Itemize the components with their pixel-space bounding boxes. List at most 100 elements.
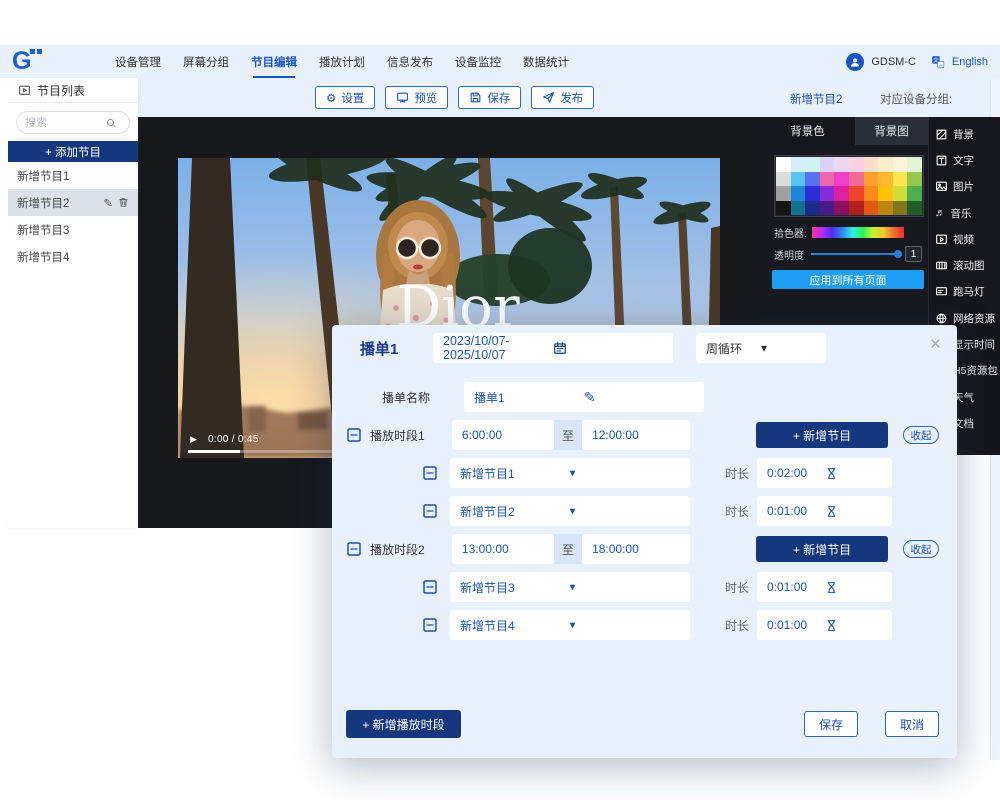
palette-swatch[interactable] (907, 172, 922, 187)
palette-swatch[interactable] (893, 157, 908, 172)
palette-swatch[interactable] (864, 186, 879, 201)
tab-background-color[interactable]: 背景色 (760, 117, 855, 145)
palette-swatch[interactable] (907, 157, 922, 172)
remove-program-icon[interactable] (422, 465, 438, 481)
palette-swatch[interactable] (805, 172, 820, 187)
date-range-input[interactable]: 2023/10/07-2025/10/07 (433, 333, 673, 363)
color-picker-bar[interactable] (812, 227, 904, 238)
palette-swatch[interactable] (820, 201, 835, 216)
add-program-button[interactable]: + 添加节目 (8, 141, 138, 162)
palette-swatch[interactable] (805, 186, 820, 201)
collapse-button[interactable]: 收起 (903, 426, 939, 444)
opacity-slider-thumb[interactable] (894, 250, 902, 258)
search-input[interactable] (25, 117, 105, 129)
palette-swatch[interactable] (820, 157, 835, 172)
sidebar-program-item[interactable]: 新增节目3 (8, 216, 138, 243)
palette-swatch[interactable] (820, 186, 835, 201)
program-select[interactable]: 新增节目1▾ (450, 458, 690, 488)
palette-swatch[interactable] (791, 201, 806, 216)
tool-background[interactable]: 背景 (929, 121, 1000, 147)
palette-swatch[interactable] (864, 201, 879, 216)
palette-swatch[interactable] (893, 186, 908, 201)
palette-swatch[interactable] (878, 172, 893, 187)
palette-swatch[interactable] (878, 157, 893, 172)
palette-swatch[interactable] (776, 186, 791, 201)
slot-end-time-input[interactable]: 12:00:00 (582, 420, 690, 450)
tool-marquee[interactable]: 跑马灯 (929, 279, 1000, 305)
duration-input[interactable]: 0:01:00 (757, 610, 892, 640)
tool-text[interactable]: 文字 (929, 147, 1000, 173)
palette-swatch[interactable] (820, 172, 835, 187)
play-icon[interactable]: ▶ (190, 434, 197, 445)
tool-music[interactable]: ♬音乐 (929, 200, 1000, 226)
sidebar-program-item[interactable]: 新增节目2✎ (8, 189, 138, 216)
palette-swatch[interactable] (791, 157, 806, 172)
trash-icon[interactable] (118, 197, 129, 208)
calendar-icon[interactable] (553, 341, 663, 355)
palette-swatch[interactable] (849, 201, 864, 216)
playlist-name-input[interactable]: 播单1 ✎ (464, 382, 704, 412)
sidebar-program-item[interactable]: 新增节目1 (8, 162, 138, 189)
palette-swatch[interactable] (878, 201, 893, 216)
remove-program-icon[interactable] (422, 617, 438, 633)
nav-item-2[interactable]: 屏幕分组 (183, 45, 229, 78)
palette-swatch[interactable] (834, 172, 849, 187)
slot-start-time-input[interactable]: 13:00:00 (452, 534, 554, 564)
slot-start-time-input[interactable]: 6:00:00 (452, 420, 554, 450)
remove-slot-icon[interactable] (346, 541, 362, 557)
palette-swatch[interactable] (849, 172, 864, 187)
tool-image[interactable]: 图片 (929, 174, 1000, 200)
palette-swatch[interactable] (791, 172, 806, 187)
program-select[interactable]: 新增节目4▾ (450, 610, 690, 640)
duration-input[interactable]: 0:01:00 (757, 572, 892, 602)
nav-item-5[interactable]: 信息发布 (387, 45, 433, 78)
remove-program-icon[interactable] (422, 579, 438, 595)
nav-item-7[interactable]: 数据统计 (523, 45, 569, 78)
palette-swatch[interactable] (878, 186, 893, 201)
program-select[interactable]: 新增节目3▾ (450, 572, 690, 602)
edit-pencil-icon[interactable]: ✎ (103, 196, 113, 210)
palette-swatch[interactable] (776, 172, 791, 187)
apply-to-all-pages-button[interactable]: 应用到所有页面 (772, 270, 924, 289)
nav-item-6[interactable]: 设备监控 (455, 45, 501, 78)
slot-end-time-input[interactable]: 18:00:00 (582, 534, 690, 564)
edit-pencil-icon[interactable]: ✎ (584, 389, 694, 406)
program-select[interactable]: 新增节目2▾ (450, 496, 690, 526)
opacity-slider[interactable] (811, 253, 899, 255)
palette-swatch[interactable] (864, 172, 879, 187)
palette-swatch[interactable] (893, 172, 908, 187)
repeat-mode-select[interactable]: 周循环 ▾ (696, 333, 826, 363)
palette-swatch[interactable] (907, 201, 922, 216)
palette-swatch[interactable] (776, 201, 791, 216)
palette-swatch[interactable] (805, 201, 820, 216)
remove-program-icon[interactable] (422, 503, 438, 519)
palette-swatch[interactable] (907, 186, 922, 201)
add-time-slot-button[interactable]: + 新增播放时段 (346, 710, 461, 738)
nav-item-3[interactable]: 节目编辑 (251, 45, 297, 78)
user-name[interactable]: GDSM-C (871, 56, 916, 68)
save-button[interactable]: 保存 (804, 711, 858, 737)
palette-swatch[interactable] (805, 157, 820, 172)
palette-swatch[interactable] (893, 201, 908, 216)
user-avatar-icon[interactable] (846, 53, 864, 71)
preview-button[interactable]: 预览 (385, 86, 448, 109)
palette-swatch[interactable] (791, 186, 806, 201)
tool-scroll-image[interactable]: 滚动图 (929, 252, 1000, 278)
tool-video[interactable]: 视频 (929, 226, 1000, 252)
duration-input[interactable]: 0:01:00 (757, 496, 892, 526)
cancel-button[interactable]: 取消 (885, 711, 939, 737)
palette-swatch[interactable] (849, 186, 864, 201)
collapse-button[interactable]: 收起 (903, 540, 939, 558)
palette-swatch[interactable] (776, 157, 791, 172)
tab-background-image[interactable]: 背景图 (855, 117, 928, 145)
nav-item-4[interactable]: 播放计划 (319, 45, 365, 78)
publish-button[interactable]: 发布 (531, 86, 594, 109)
palette-swatch[interactable] (864, 157, 879, 172)
search-icon[interactable] (105, 117, 117, 129)
save-toolbar-button[interactable]: 保存 (458, 86, 521, 109)
palette-swatch[interactable] (834, 157, 849, 172)
language-switch[interactable]: English (952, 56, 988, 68)
add-program-to-slot-button[interactable]: + 新增节目 (756, 536, 888, 562)
palette-swatch[interactable] (834, 186, 849, 201)
settings-button[interactable]: ⚙设置 (315, 86, 375, 109)
